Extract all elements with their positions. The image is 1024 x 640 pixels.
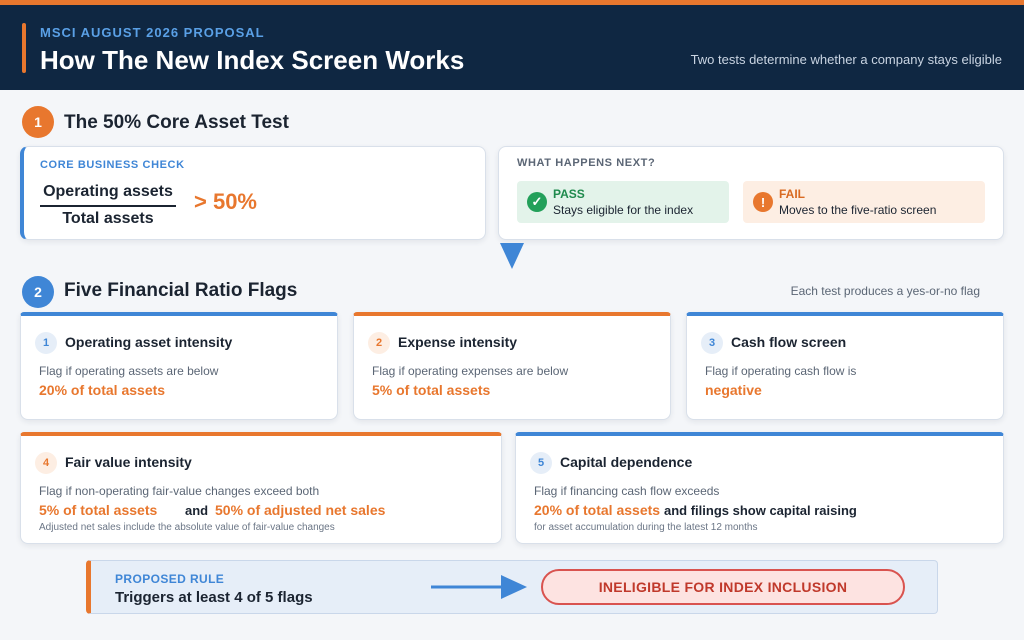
ineligible-verdict-badge: INELIGIBLE FOR INDEX INCLUSION	[541, 569, 905, 605]
flag-number-badge: 2	[368, 332, 390, 354]
flag-threshold: 20% of total assets	[39, 382, 166, 398]
flag-title: Capital dependence	[560, 454, 693, 470]
fraction-numerator: Operating assets	[40, 183, 176, 207]
step-2-note: Each test produces a yes-or-no flag	[790, 284, 980, 298]
flag-threshold-secondary: 50% of adjusted net sales	[215, 502, 386, 518]
header-subtitle: Two tests determine whether a company st…	[690, 52, 1002, 67]
flag-description: Flag if non-operating fair-value changes…	[39, 484, 320, 498]
flag-title: Operating asset intensity	[65, 334, 233, 350]
proposed-rule-bar: PROPOSED RULE Triggers at least 4 of 5 f…	[86, 560, 938, 614]
what-happens-next-card: WHAT HAPPENS NEXT? ✓ PASS Stays eligible…	[498, 146, 1004, 240]
flag-title: Cash flow screen	[731, 334, 847, 350]
step-1-number-badge: 1	[22, 106, 54, 138]
fail-description: Moves to the five-ratio screen	[779, 203, 937, 217]
pass-description: Stays eligible for the index	[553, 203, 694, 217]
flag-number-badge: 4	[35, 452, 57, 474]
flag-threshold: 5% of total assets	[39, 502, 158, 518]
fail-title: FAIL	[779, 187, 805, 201]
flag-card-capital-dependence: 5 Capital dependence Flag if financing c…	[515, 432, 1004, 544]
step-2-number-badge: 2	[22, 276, 54, 308]
core-business-check-card: CORE BUSINESS CHECK Operating assets Tot…	[20, 146, 486, 240]
arrow-down-icon	[500, 243, 524, 269]
arrow-right-icon	[431, 575, 527, 599]
exclamation-circle-icon: !	[753, 192, 773, 212]
header-eyebrow: MSCI AUGUST 2026 PROPOSAL	[40, 25, 265, 40]
page-title: How The New Index Screen Works	[40, 45, 465, 75]
flag-threshold: 5% of total assets	[372, 382, 491, 398]
flag-description: Flag if financing cash flow exceeds	[534, 484, 720, 498]
flag-card-cash-flow-screen: 3 Cash flow screen Flag if operating cas…	[686, 312, 1004, 420]
flag-footnote: for asset accumulation during the latest…	[534, 522, 758, 533]
check-circle-icon: ✓	[527, 192, 547, 212]
header-accent-bar	[22, 23, 26, 73]
flag-card-fair-value-intensity: 4 Fair value intensity Flag if non-opera…	[20, 432, 502, 544]
flag-connector: and	[185, 503, 209, 518]
flag-number-badge: 5	[530, 452, 552, 474]
flag-number-badge: 3	[701, 332, 723, 354]
step-1-title: The 50% Core Asset Test	[64, 112, 289, 133]
flag-description: Flag if operating assets are below	[39, 364, 219, 378]
flag-number-badge: 1	[35, 332, 57, 354]
core-check-label: CORE BUSINESS CHECK	[40, 159, 185, 171]
step-2-title: Five Financial Ratio Flags	[64, 280, 298, 301]
core-ratio-fraction: Operating assets Total assets	[40, 183, 176, 228]
flag-title: Expense intensity	[398, 334, 518, 350]
flag-threshold: 20% of total assets	[534, 502, 661, 518]
flag-title: Fair value intensity	[65, 454, 192, 470]
pass-outcome: ✓ PASS Stays eligible for the index	[517, 181, 729, 223]
flag-card-expense-intensity: 2 Expense intensity Flag if operating ex…	[353, 312, 671, 420]
flag-threshold: negative	[705, 382, 762, 398]
flag-description: Flag if operating cash flow is	[705, 364, 857, 378]
fail-outcome: ! FAIL Moves to the five-ratio screen	[743, 181, 985, 223]
flag-card-operating-asset-intensity: 1 Operating asset intensity Flag if oper…	[20, 312, 338, 420]
flag-footnote: Adjusted net sales include the absolute …	[39, 522, 335, 533]
flag-description: Flag if operating expenses are below	[372, 364, 569, 378]
core-threshold: > 50%	[194, 189, 257, 214]
fraction-denominator: Total assets	[62, 210, 154, 227]
main-content: 1 The 50% Core Asset Test CORE BUSINESS …	[0, 90, 1024, 640]
header: MSCI AUGUST 2026 PROPOSAL How The New In…	[0, 0, 1024, 90]
next-label: WHAT HAPPENS NEXT?	[517, 157, 656, 169]
rule-label: PROPOSED RULE	[115, 572, 225, 586]
pass-title: PASS	[553, 187, 585, 201]
flag-connector: and filings show capital raising	[664, 503, 857, 518]
rule-text: Triggers at least 4 of 5 flags	[115, 589, 313, 606]
